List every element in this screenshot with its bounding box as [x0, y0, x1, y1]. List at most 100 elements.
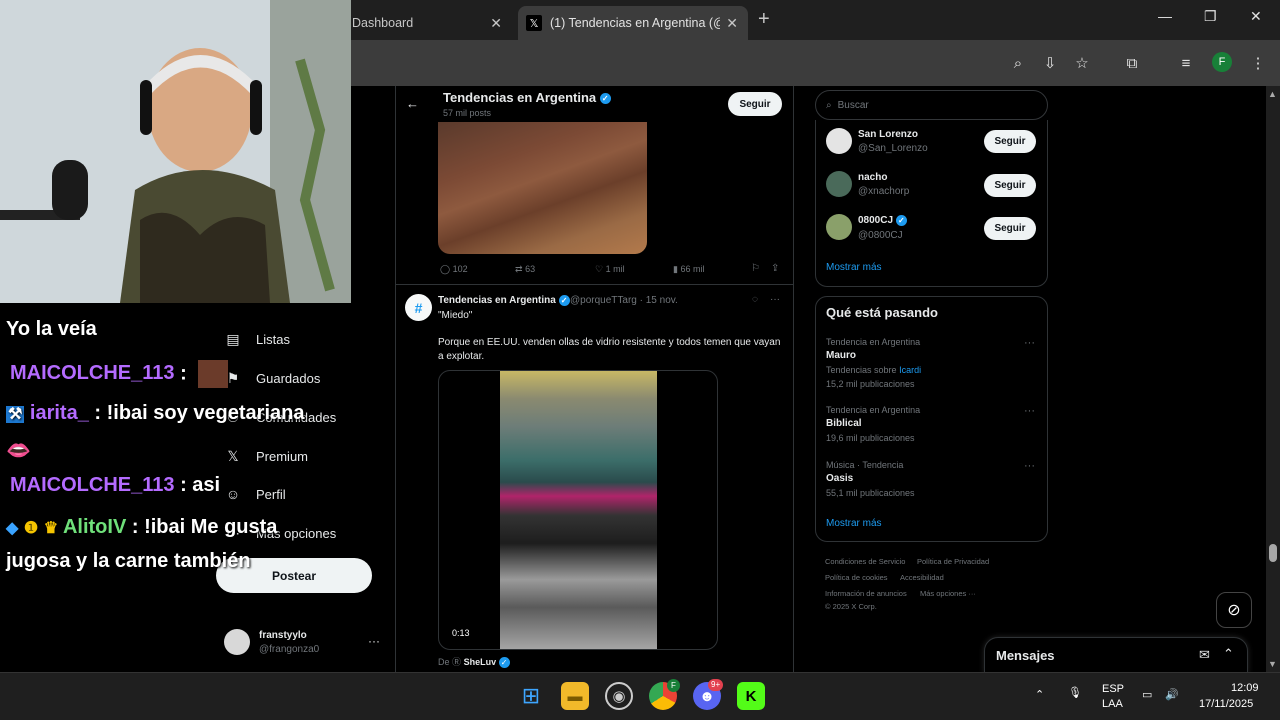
profile-avatar[interactable]: F [1212, 52, 1232, 72]
follow-suggestion-name[interactable]: nacho [858, 172, 887, 183]
extensions-icon[interactable]: ⧉ [1120, 51, 1144, 75]
keyboard-layout[interactable]: LAA [1102, 698, 1123, 710]
avatar-nacho[interactable] [826, 171, 852, 197]
avatar-0800cj[interactable] [826, 214, 852, 240]
privacy-link[interactable]: Política de Privacidad [917, 557, 989, 566]
like-count: 1 mil [605, 264, 625, 274]
trend-sub-link[interactable]: Icardi [899, 365, 921, 375]
file-explorer-icon[interactable]: ▬ [561, 682, 589, 710]
chat-line: jugosa y la carne también [6, 550, 251, 573]
trend-more-icon[interactable]: ··· [1024, 337, 1035, 349]
terms-link[interactable]: Condiciones de Servicio [825, 557, 905, 566]
ads-info-link[interactable]: Información de anuncios [825, 589, 907, 598]
menu-kebab-icon[interactable]: ⋮ [1246, 51, 1270, 75]
tab-dashboard[interactable]: Dashboard ✕ [340, 6, 512, 40]
follow-button[interactable]: Seguir [984, 130, 1036, 153]
account-more-icon[interactable]: ··· [368, 634, 380, 648]
expand-up-icon[interactable]: ⌃ [1223, 646, 1234, 662]
reply-action[interactable]: ◯ 102 [440, 264, 468, 275]
video-source[interactable]: De Ⓡ SheLuv ✓ [438, 655, 510, 669]
volume-icon[interactable]: 🔊 [1165, 688, 1179, 701]
accessibility-link[interactable]: Accesibilidad [900, 573, 944, 582]
avatar-san-lorenzo[interactable] [826, 128, 852, 154]
chat-username: iarita_ [29, 402, 89, 424]
profile-header-name: Tendencias en Argentina ✓ [443, 90, 611, 105]
views-chart-icon: ▮ [673, 264, 678, 274]
chat-line: ◆ ❶ ♛ AlitoIV : !ibai Me gusta [6, 516, 277, 539]
trend-more-icon[interactable]: ··· [1024, 405, 1035, 417]
nav-item-bookmarks[interactable]: ⚑ Guardados [224, 366, 321, 390]
restore-icon[interactable]: ❐ [1204, 8, 1217, 25]
tweet-author-handle: @porqueTTarg · 15 nov. [570, 295, 678, 306]
scroll-down-icon[interactable]: ▼ [1268, 659, 1277, 669]
trend-more-icon[interactable]: ··· [1024, 460, 1035, 472]
webcam-overlay [0, 0, 351, 303]
close-tab-icon[interactable]: ✕ [726, 15, 738, 32]
trend-title[interactable]: Oasis [826, 473, 853, 484]
tweet-media-image[interactable] [438, 122, 647, 254]
reply-icon: ◯ [440, 264, 451, 274]
follow-suggestion-name[interactable]: 0800CJ ✓ [858, 215, 907, 226]
nav-item-profile[interactable]: ☺ Perfil [224, 482, 286, 506]
like-action[interactable]: ♡ 1 mil [595, 264, 625, 275]
trend-title[interactable]: Biblical [826, 418, 862, 429]
kick-icon[interactable]: K [737, 682, 765, 710]
more-options-link[interactable]: Más opciones ··· [920, 589, 976, 598]
search-input[interactable]: ⌕ Buscar [815, 90, 1048, 120]
tweet-text-body: Porque en EE.UU. venden ollas de vidrio … [438, 337, 781, 362]
tweet-text-title: "Miedo" [438, 310, 473, 321]
scrollbar-thumb[interactable] [1269, 544, 1277, 562]
search-placeholder: Buscar [837, 99, 869, 111]
trend-title[interactable]: Mauro [826, 350, 856, 361]
account-name[interactable]: franstyylo [259, 630, 307, 641]
show-hidden-icons-chevron[interactable]: ⌃ [1035, 688, 1044, 701]
close-window-icon[interactable]: ✕ [1250, 8, 1262, 25]
chat-message: jugosa y la carne también [6, 550, 251, 572]
share-icon[interactable]: ⇪ [771, 263, 779, 274]
clock-date[interactable]: 17/11/2025 [1199, 698, 1253, 710]
network-icon[interactable]: ▭ [1142, 688, 1152, 701]
tab-x-trends[interactable]: 𝕏 (1) Tendencias en Argentina (@ ✕ [518, 6, 748, 40]
windows-start-icon[interactable]: ⊞ [517, 682, 545, 710]
clock-time[interactable]: 12:09 [1231, 682, 1259, 694]
chat-line: MAICOLCHE_113 : [6, 360, 229, 388]
scrollbar[interactable] [1266, 86, 1280, 672]
zoom-icon[interactable]: ⌕ [1006, 51, 1030, 75]
follow-button[interactable]: Seguir [984, 174, 1036, 197]
minimize-icon[interactable]: — [1158, 8, 1172, 24]
nav-item-lists[interactable]: ▤ Listas [224, 327, 290, 351]
scroll-up-icon[interactable]: ▲ [1268, 89, 1277, 99]
tweet-author-avatar[interactable]: # [405, 294, 432, 321]
back-arrow-icon[interactable]: ← [406, 96, 419, 111]
bookmark-tweet-icon[interactable]: ⚐ [751, 263, 760, 274]
cookies-link[interactable]: Política de cookies [825, 573, 888, 582]
input-language[interactable]: ESP [1102, 683, 1124, 695]
new-message-icon[interactable]: ✉ [1199, 647, 1210, 663]
follow-button-header[interactable]: Seguir [728, 92, 782, 116]
timeline-right-border [793, 86, 794, 672]
media-control-icon[interactable]: ≡ [1174, 51, 1198, 75]
tweet-video[interactable] [500, 371, 657, 649]
tab-title: (1) Tendencias en Argentina (@ [550, 16, 720, 30]
chat-message: : [180, 362, 187, 385]
follow-suggestion-name[interactable]: San Lorenzo [858, 129, 918, 140]
repost-action[interactable]: ⇄ 63 [515, 264, 535, 275]
nav-item-premium[interactable]: 𝕏 Premium [224, 444, 308, 468]
grok-button[interactable]: ⊘ [1216, 592, 1252, 628]
install-app-icon[interactable]: ⇩ [1038, 51, 1062, 75]
close-tab-icon[interactable]: ✕ [490, 15, 502, 32]
tweet-more-icon[interactable]: ··· [770, 294, 780, 305]
verified-badge-icon: ✓ [498, 657, 510, 669]
trends-show-more-link[interactable]: Mostrar más [826, 518, 882, 529]
show-more-link[interactable]: Mostrar más [826, 262, 882, 273]
bookmark-star-icon[interactable]: ☆ [1070, 51, 1094, 75]
obs-icon[interactable]: ◉ [605, 682, 633, 710]
grok-icon[interactable]: ◌ [752, 294, 758, 305]
views-action[interactable]: ▮ 66 mil [673, 264, 704, 275]
follow-button[interactable]: Seguir [984, 217, 1036, 240]
new-tab-button[interactable]: + [758, 8, 770, 31]
microphone-icon[interactable]: 🎙 [1068, 686, 1082, 699]
tweet-author-name[interactable]: Tendencias en Argentina ✓ [438, 295, 570, 306]
messages-drawer[interactable]: Mensajes ✉ ⌃ [984, 637, 1248, 673]
account-avatar[interactable] [224, 629, 250, 655]
